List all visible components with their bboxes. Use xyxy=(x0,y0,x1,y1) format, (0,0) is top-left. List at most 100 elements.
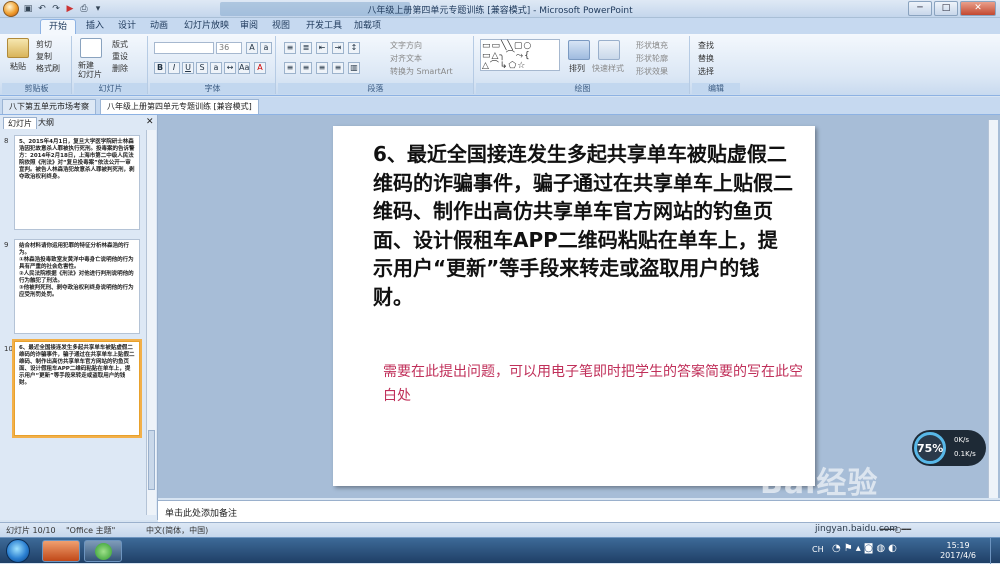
columns-icon[interactable]: ▥ xyxy=(348,62,360,74)
paste-icon[interactable] xyxy=(7,38,29,58)
quick-styles-button[interactable]: 快速样式 xyxy=(592,63,624,74)
title-bar: ▣ ↶ ↷ ▶ ⎙ ▾ 八年级上册第四单元专题训练 [兼容模式] - Micro… xyxy=(0,0,1000,18)
bullets-icon[interactable]: ≡ xyxy=(284,42,296,54)
bold-icon[interactable]: B xyxy=(154,62,166,74)
scrollbar-thumb[interactable] xyxy=(148,430,155,490)
windows-taskbar: CH ◔⚑▴◙◍◐ 15:19 2017/4/6 xyxy=(0,537,1000,564)
ribbon: 粘贴 剪切 复制 格式刷 剪贴板 新建 幻灯片 版式 重设 删除 幻灯片 36 … xyxy=(0,34,1000,96)
font-label: 字体 xyxy=(150,83,275,94)
justify-icon[interactable]: ≡ xyxy=(332,62,344,74)
grow-font-icon[interactable]: A xyxy=(246,42,258,54)
doc-tab-1[interactable]: 八下第五单元市场考察 xyxy=(2,99,96,114)
tab-home[interactable]: 开始 xyxy=(40,19,77,34)
minimize-button[interactable]: ─ xyxy=(908,1,932,16)
tab-review[interactable]: 审阅 xyxy=(232,19,266,34)
upload-speed: 0K/s xyxy=(954,436,970,444)
notes-placeholder: 单击此处添加备注 xyxy=(165,509,238,519)
line-spacing-icon[interactable]: ↕ xyxy=(348,42,360,54)
shapes-gallery[interactable]: ▭▭╲╲▢○ ▭△╮⌒⤳{△⌒↳⬠☆ xyxy=(480,39,560,71)
slide-thumbnail[interactable]: 5、2015年4月1日，复旦大学医学院研士林森浩因犯故意杀人罪被执行死刑。投毒案… xyxy=(14,135,140,230)
tab-slides[interactable]: 幻灯片 xyxy=(3,117,37,129)
layout-button[interactable]: 版式 xyxy=(112,39,128,50)
window-title: 八年级上册第四单元专题训练 [兼容模式] - Microsoft PowerPo… xyxy=(367,6,633,16)
tab-developer[interactable]: 开发工具 xyxy=(298,19,350,34)
italic-icon[interactable]: I xyxy=(168,62,180,74)
slides-pane: 幻灯片 大纲 ✕ 8 5、2015年4月1日，复旦大学医学院研士林森浩因犯故意杀… xyxy=(0,115,158,520)
cut-button[interactable]: 剪切 xyxy=(36,39,52,50)
reset-button[interactable]: 重设 xyxy=(112,51,128,62)
shape-fill-button[interactable]: 形状填充 xyxy=(636,40,668,51)
align-left-icon[interactable]: ≡ xyxy=(284,62,296,74)
format-painter-button[interactable]: 格式刷 xyxy=(36,63,60,74)
strikethrough-icon[interactable]: S xyxy=(196,62,208,74)
close-button[interactable]: ✕ xyxy=(960,1,996,16)
browser-taskbar-icon[interactable] xyxy=(84,540,122,562)
doc-tab-2[interactable]: 八年级上册第四单元专题训练 [兼容模式] xyxy=(100,99,259,114)
text-direction-button[interactable]: 文字方向 xyxy=(390,40,422,51)
tab-outline[interactable]: 大纲 xyxy=(34,117,58,129)
slide-number: 8 xyxy=(4,137,9,145)
clipboard-label: 剪贴板 xyxy=(2,83,71,94)
shrink-font-icon[interactable]: a xyxy=(260,42,272,54)
ribbon-tabs: 开始 插入 设计 动画 幻灯片放映 审阅 视图 开发工具 加载项 xyxy=(0,18,1000,34)
baidu-watermark: Bai经验 xyxy=(760,466,879,501)
slide-instruction-text[interactable]: 需要在此提出问题，可以用电子笔即时把学生的答案简要的写在此空白处 xyxy=(383,360,803,408)
replace-button[interactable]: 替换 xyxy=(698,53,714,64)
new-slide-icon[interactable] xyxy=(80,38,102,58)
shape-outline-button[interactable]: 形状轮廓 xyxy=(636,53,668,64)
select-button[interactable]: 选择 xyxy=(698,66,714,77)
tab-design[interactable]: 设计 xyxy=(110,19,144,34)
paste-button[interactable]: 粘贴 xyxy=(10,61,26,72)
slide-number: 9 xyxy=(4,241,9,249)
numbering-icon[interactable]: ≣ xyxy=(300,42,312,54)
font-size-box[interactable]: 36 xyxy=(216,42,242,54)
download-speed: 0.1K/s xyxy=(954,450,976,458)
close-pane-icon[interactable]: ✕ xyxy=(146,117,154,127)
delete-button[interactable]: 删除 xyxy=(112,63,128,74)
powerpoint-taskbar-icon[interactable] xyxy=(42,540,80,562)
shadow-icon[interactable]: a xyxy=(210,62,222,74)
tab-insert[interactable]: 插入 xyxy=(78,19,112,34)
copy-button[interactable]: 复制 xyxy=(36,51,52,62)
slide-body-text[interactable]: 6、最近全国接连发生多起共享单车被贴虚假二维码的诈骗事件，骗子通过在共享单车上贴… xyxy=(373,140,793,311)
quick-styles-icon[interactable] xyxy=(598,40,620,60)
language-indicator: 中文(简体，中国) xyxy=(146,526,209,535)
slide-counter: 幻灯片 10/10 xyxy=(6,526,56,535)
smartart-button[interactable]: 转换为 SmartArt xyxy=(390,66,453,77)
slides-pane-scrollbar[interactable] xyxy=(146,130,156,515)
browser-icon xyxy=(95,543,112,560)
slide-number: 10 xyxy=(4,345,13,353)
notes-pane[interactable]: 单击此处添加备注 xyxy=(158,500,1000,522)
clock[interactable]: 15:19 2017/4/6 xyxy=(940,541,976,561)
spacing-icon[interactable]: ↔ xyxy=(224,62,236,74)
show-desktop-button[interactable] xyxy=(990,538,1000,564)
align-right-icon[interactable]: ≡ xyxy=(316,62,328,74)
input-lang[interactable]: CH xyxy=(812,545,824,554)
tab-animations[interactable]: 动画 xyxy=(142,19,176,34)
align-center-icon[interactable]: ≡ xyxy=(300,62,312,74)
underline-icon[interactable]: U xyxy=(182,62,194,74)
tab-view[interactable]: 视图 xyxy=(264,19,298,34)
arrange-icon[interactable] xyxy=(568,40,590,60)
watermark-url: jingyan.baidu.com xyxy=(815,524,899,534)
slide-thumbnail[interactable]: 结合材料请你运用犯罪的特征分析林森浩的行为。 ①林森浩投毒致室友黄洋中毒身亡说明… xyxy=(14,239,140,334)
new-slide-button[interactable]: 新建 幻灯片 xyxy=(78,61,102,79)
slide-scrollbar[interactable] xyxy=(988,120,998,498)
maximize-button[interactable]: □ xyxy=(934,1,958,16)
font-color-icon[interactable]: A xyxy=(254,62,266,74)
start-button[interactable] xyxy=(6,539,30,563)
shape-effects-button[interactable]: 形状效果 xyxy=(636,66,668,77)
slide-thumbnail-selected[interactable]: 6、最近全国接连发生多起共享单车被贴虚假二维码的诈骗事件，骗子通过在共享单车上贴… xyxy=(12,339,142,438)
slide-canvas[interactable]: 6、最近全国接连发生多起共享单车被贴虚假二维码的诈骗事件，骗子通过在共享单车上贴… xyxy=(333,126,815,486)
decrease-indent-icon[interactable]: ⇤ xyxy=(316,42,328,54)
tray-icons[interactable]: ◔⚑▴◙◍◐ xyxy=(832,543,900,554)
tab-addins[interactable]: 加载项 xyxy=(346,19,389,34)
font-name-box[interactable] xyxy=(154,42,214,54)
tab-slideshow[interactable]: 幻灯片放映 xyxy=(176,19,237,34)
align-text-button[interactable]: 对齐文本 xyxy=(390,53,422,64)
arrange-button[interactable]: 排列 xyxy=(569,63,585,74)
case-icon[interactable]: Aa xyxy=(238,62,250,74)
find-button[interactable]: 查找 xyxy=(698,40,714,51)
increase-indent-icon[interactable]: ⇥ xyxy=(332,42,344,54)
clock-time: 15:19 xyxy=(946,541,970,550)
